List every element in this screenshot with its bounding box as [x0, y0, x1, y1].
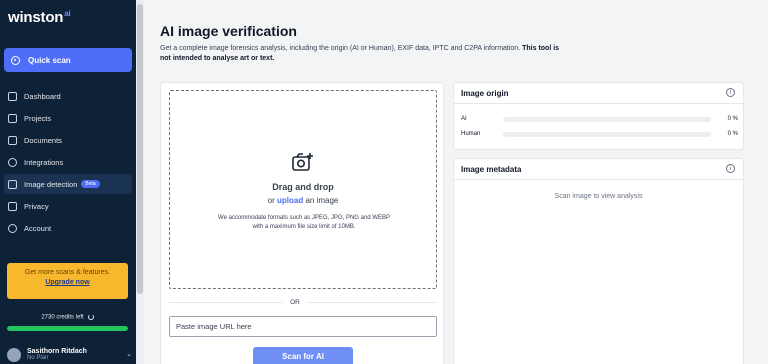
sidebar-scrollbar-thumb[interactable] [137, 4, 143, 294]
origin-percent: 0 % [727, 116, 738, 122]
image-origin-title: Image origin [461, 89, 509, 98]
quick-scan-button[interactable]: Quick scan [4, 48, 132, 72]
sidebar-item-privacy[interactable]: Privacy [4, 196, 132, 216]
integrations-icon [8, 157, 17, 167]
upload-card: Drag and drop or upload an image We acco… [160, 82, 444, 364]
description-text: Get a complete image forensics analysis,… [160, 45, 521, 52]
info-icon[interactable]: i [726, 164, 735, 173]
sidebar-nav: Dashboard Projects Documents Integration… [4, 86, 132, 240]
dropzone-sub-suffix: an image [305, 196, 339, 205]
sidebar-item-label: Image detection [24, 179, 78, 189]
add-photo-icon [292, 153, 313, 171]
logo-ai-badge: ai [64, 9, 71, 18]
dropzone-title: Drag and drop [272, 182, 334, 192]
chevron-down-icon: ⌄ [126, 351, 132, 358]
page-title: AI image verification [160, 23, 297, 39]
user-plan: No Plan [27, 355, 49, 361]
promo-text: Get more scans & features. [24, 269, 111, 276]
upload-link[interactable]: upload [277, 196, 303, 205]
origin-label: AI [461, 116, 467, 122]
logo-text: winston [8, 9, 64, 26]
scan-icon [11, 55, 20, 65]
origin-label: Human [461, 131, 481, 137]
image-url-input[interactable] [169, 316, 437, 337]
origin-bar [503, 116, 711, 122]
or-label: OR [283, 299, 307, 306]
upgrade-now-link[interactable]: Upgrade now [7, 279, 128, 286]
user-name: Sasithorn Ritdach [27, 348, 87, 355]
image-metadata-title: Image metadata [461, 165, 522, 174]
page-description: Get a complete image forensics analysis,… [160, 44, 560, 64]
shield-icon [8, 201, 17, 211]
origin-bar [503, 131, 711, 137]
folder-icon [8, 113, 17, 123]
sidebar-item-label: Privacy [24, 201, 49, 211]
sidebar-item-label: Dashboard [24, 91, 61, 101]
sidebar-item-integrations[interactable]: Integrations [4, 152, 132, 172]
card-divider [454, 103, 743, 104]
info-icon[interactable]: i [726, 88, 735, 97]
sidebar-item-label: Integrations [24, 157, 64, 167]
metadata-empty-state: Scan image to view analysis [554, 193, 643, 200]
image-dropzone[interactable]: Drag and drop or upload an image We acco… [169, 90, 437, 289]
quick-scan-label: Quick scan [28, 55, 71, 65]
user-menu[interactable]: Sasithorn Ritdach No Plan ⌄ [7, 348, 132, 364]
image-origin-card: Image origin i AI 0 % Human 0 % [453, 82, 744, 150]
credits-text: 2730 credits left [41, 314, 84, 321]
origin-percent: 0 % [727, 131, 738, 137]
sidebar: winstonai Quick scan Dashboard Projects … [0, 0, 136, 364]
rocket-icon [8, 91, 17, 101]
origin-row-human: Human 0 % [461, 129, 738, 139]
sidebar-item-label: Projects [24, 113, 52, 123]
beta-badge: Beta [81, 180, 100, 188]
scan-for-ai-button[interactable]: Scan for AI [253, 347, 353, 364]
sidebar-item-label: Account [24, 223, 52, 233]
refresh-icon[interactable] [87, 314, 94, 320]
image-icon [8, 179, 17, 189]
credits-progress-fill [7, 326, 128, 331]
credits-progress-bar [7, 326, 128, 331]
sidebar-item-projects[interactable]: Projects [4, 108, 132, 128]
dropzone-subtitle: or upload an image [170, 196, 436, 205]
user-icon [8, 223, 17, 233]
supported-formats-text: We accommodate formats such as JPEG, JPG… [218, 215, 390, 230]
sidebar-item-account[interactable]: Account [4, 218, 132, 238]
dropzone-sub-prefix: or [267, 196, 275, 205]
sidebar-item-dashboard[interactable]: Dashboard [4, 86, 132, 106]
document-icon [8, 135, 17, 145]
origin-row-ai: AI 0 % [461, 114, 738, 124]
sidebar-item-label: Documents [24, 135, 62, 145]
card-divider [454, 179, 743, 180]
sidebar-item-documents[interactable]: Documents [4, 130, 132, 150]
image-metadata-card: Image metadata i Scan image to view anal… [453, 158, 744, 364]
sidebar-item-image-detection[interactable]: Image detection Beta [4, 174, 132, 194]
main-content: AI image verification Get a complete ima… [144, 0, 768, 364]
avatar [7, 348, 21, 362]
upgrade-promo: Get more scans & features. Upgrade now [7, 263, 128, 299]
winston-logo[interactable]: winstonai [8, 9, 71, 26]
credits-left: 2730 credits left [7, 314, 128, 321]
